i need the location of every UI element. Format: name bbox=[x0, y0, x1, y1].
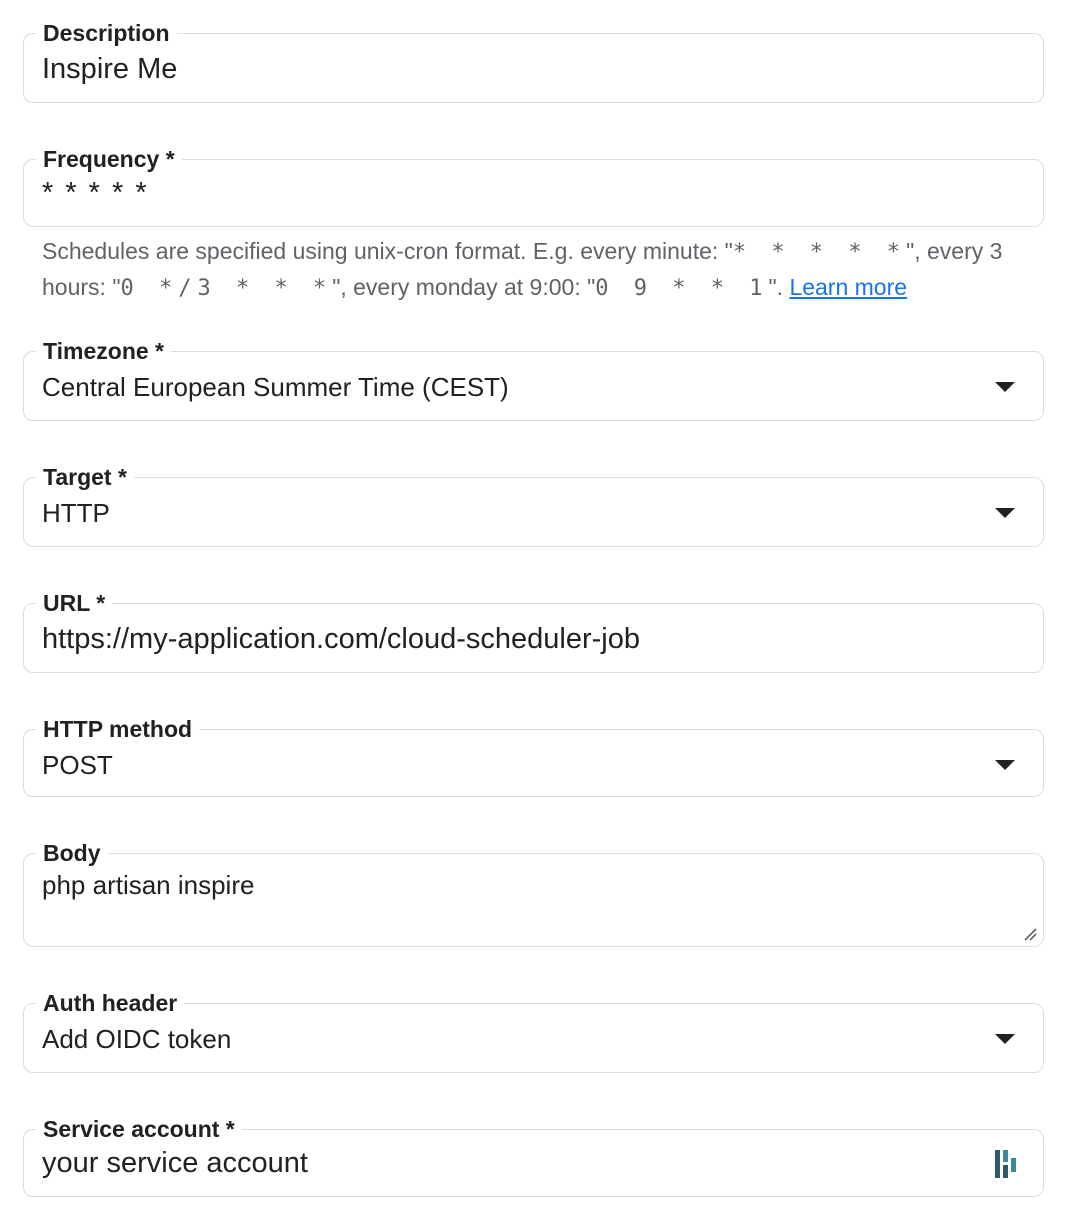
frequency-label: Frequency * bbox=[36, 145, 182, 173]
target-label: Target * bbox=[36, 463, 134, 491]
learn-more-link[interactable]: Learn more bbox=[789, 274, 907, 300]
target-select[interactable]: Target * HTTP bbox=[23, 463, 1044, 547]
example-monday-9: 0 9 * * 1 bbox=[595, 276, 769, 301]
chevron-down-icon[interactable] bbox=[995, 760, 1015, 770]
frequency-field[interactable]: Frequency * * * * * * bbox=[23, 145, 1044, 227]
example-every-minute: * * * * * bbox=[732, 240, 907, 265]
resize-handle-icon[interactable] bbox=[1023, 927, 1037, 941]
http-method-select[interactable]: HTTP method POST bbox=[23, 715, 1044, 797]
frequency-hint: Schedules are specified using unix-cron … bbox=[42, 238, 1003, 301]
body-label: Body bbox=[36, 839, 108, 867]
service-account-label: Service account * bbox=[36, 1115, 242, 1143]
url-label: URL * bbox=[36, 589, 113, 617]
password-manager-icon[interactable] bbox=[993, 1148, 1019, 1180]
http-method-label: HTTP method bbox=[36, 715, 200, 743]
description-input[interactable]: Inspire Me bbox=[42, 52, 177, 86]
auth-header-label: Auth header bbox=[36, 989, 185, 1017]
service-account-input[interactable]: your service account bbox=[42, 1146, 308, 1180]
auth-header-value: Add OIDC token bbox=[42, 1024, 232, 1054]
body-textarea[interactable]: Body php artisan inspire bbox=[23, 839, 1044, 947]
timezone-value: Central European Summer Time (CEST) bbox=[42, 372, 509, 402]
frequency-input[interactable]: * * * * * bbox=[42, 176, 149, 210]
http-method-value: POST bbox=[42, 750, 113, 780]
chevron-down-icon[interactable] bbox=[995, 508, 1015, 518]
chevron-down-icon[interactable] bbox=[995, 1034, 1015, 1044]
auth-header-select[interactable]: Auth header Add OIDC token bbox=[23, 989, 1044, 1073]
timezone-select[interactable]: Timezone * Central European Summer Time … bbox=[23, 337, 1044, 421]
target-value: HTTP bbox=[42, 498, 110, 528]
service-account-field[interactable]: Service account * your service account bbox=[23, 1115, 1044, 1197]
body-input[interactable]: php artisan inspire bbox=[42, 868, 254, 902]
timezone-label: Timezone * bbox=[36, 337, 171, 365]
description-field[interactable]: Description Inspire Me bbox=[23, 19, 1044, 103]
url-field[interactable]: URL * https://my-application.com/cloud-s… bbox=[23, 589, 1044, 673]
example-every-3-hours: 0 */3 * * * bbox=[120, 276, 333, 301]
description-label: Description bbox=[36, 19, 177, 47]
url-input[interactable]: https://my-application.com/cloud-schedul… bbox=[42, 622, 640, 656]
chevron-down-icon[interactable] bbox=[995, 382, 1015, 392]
